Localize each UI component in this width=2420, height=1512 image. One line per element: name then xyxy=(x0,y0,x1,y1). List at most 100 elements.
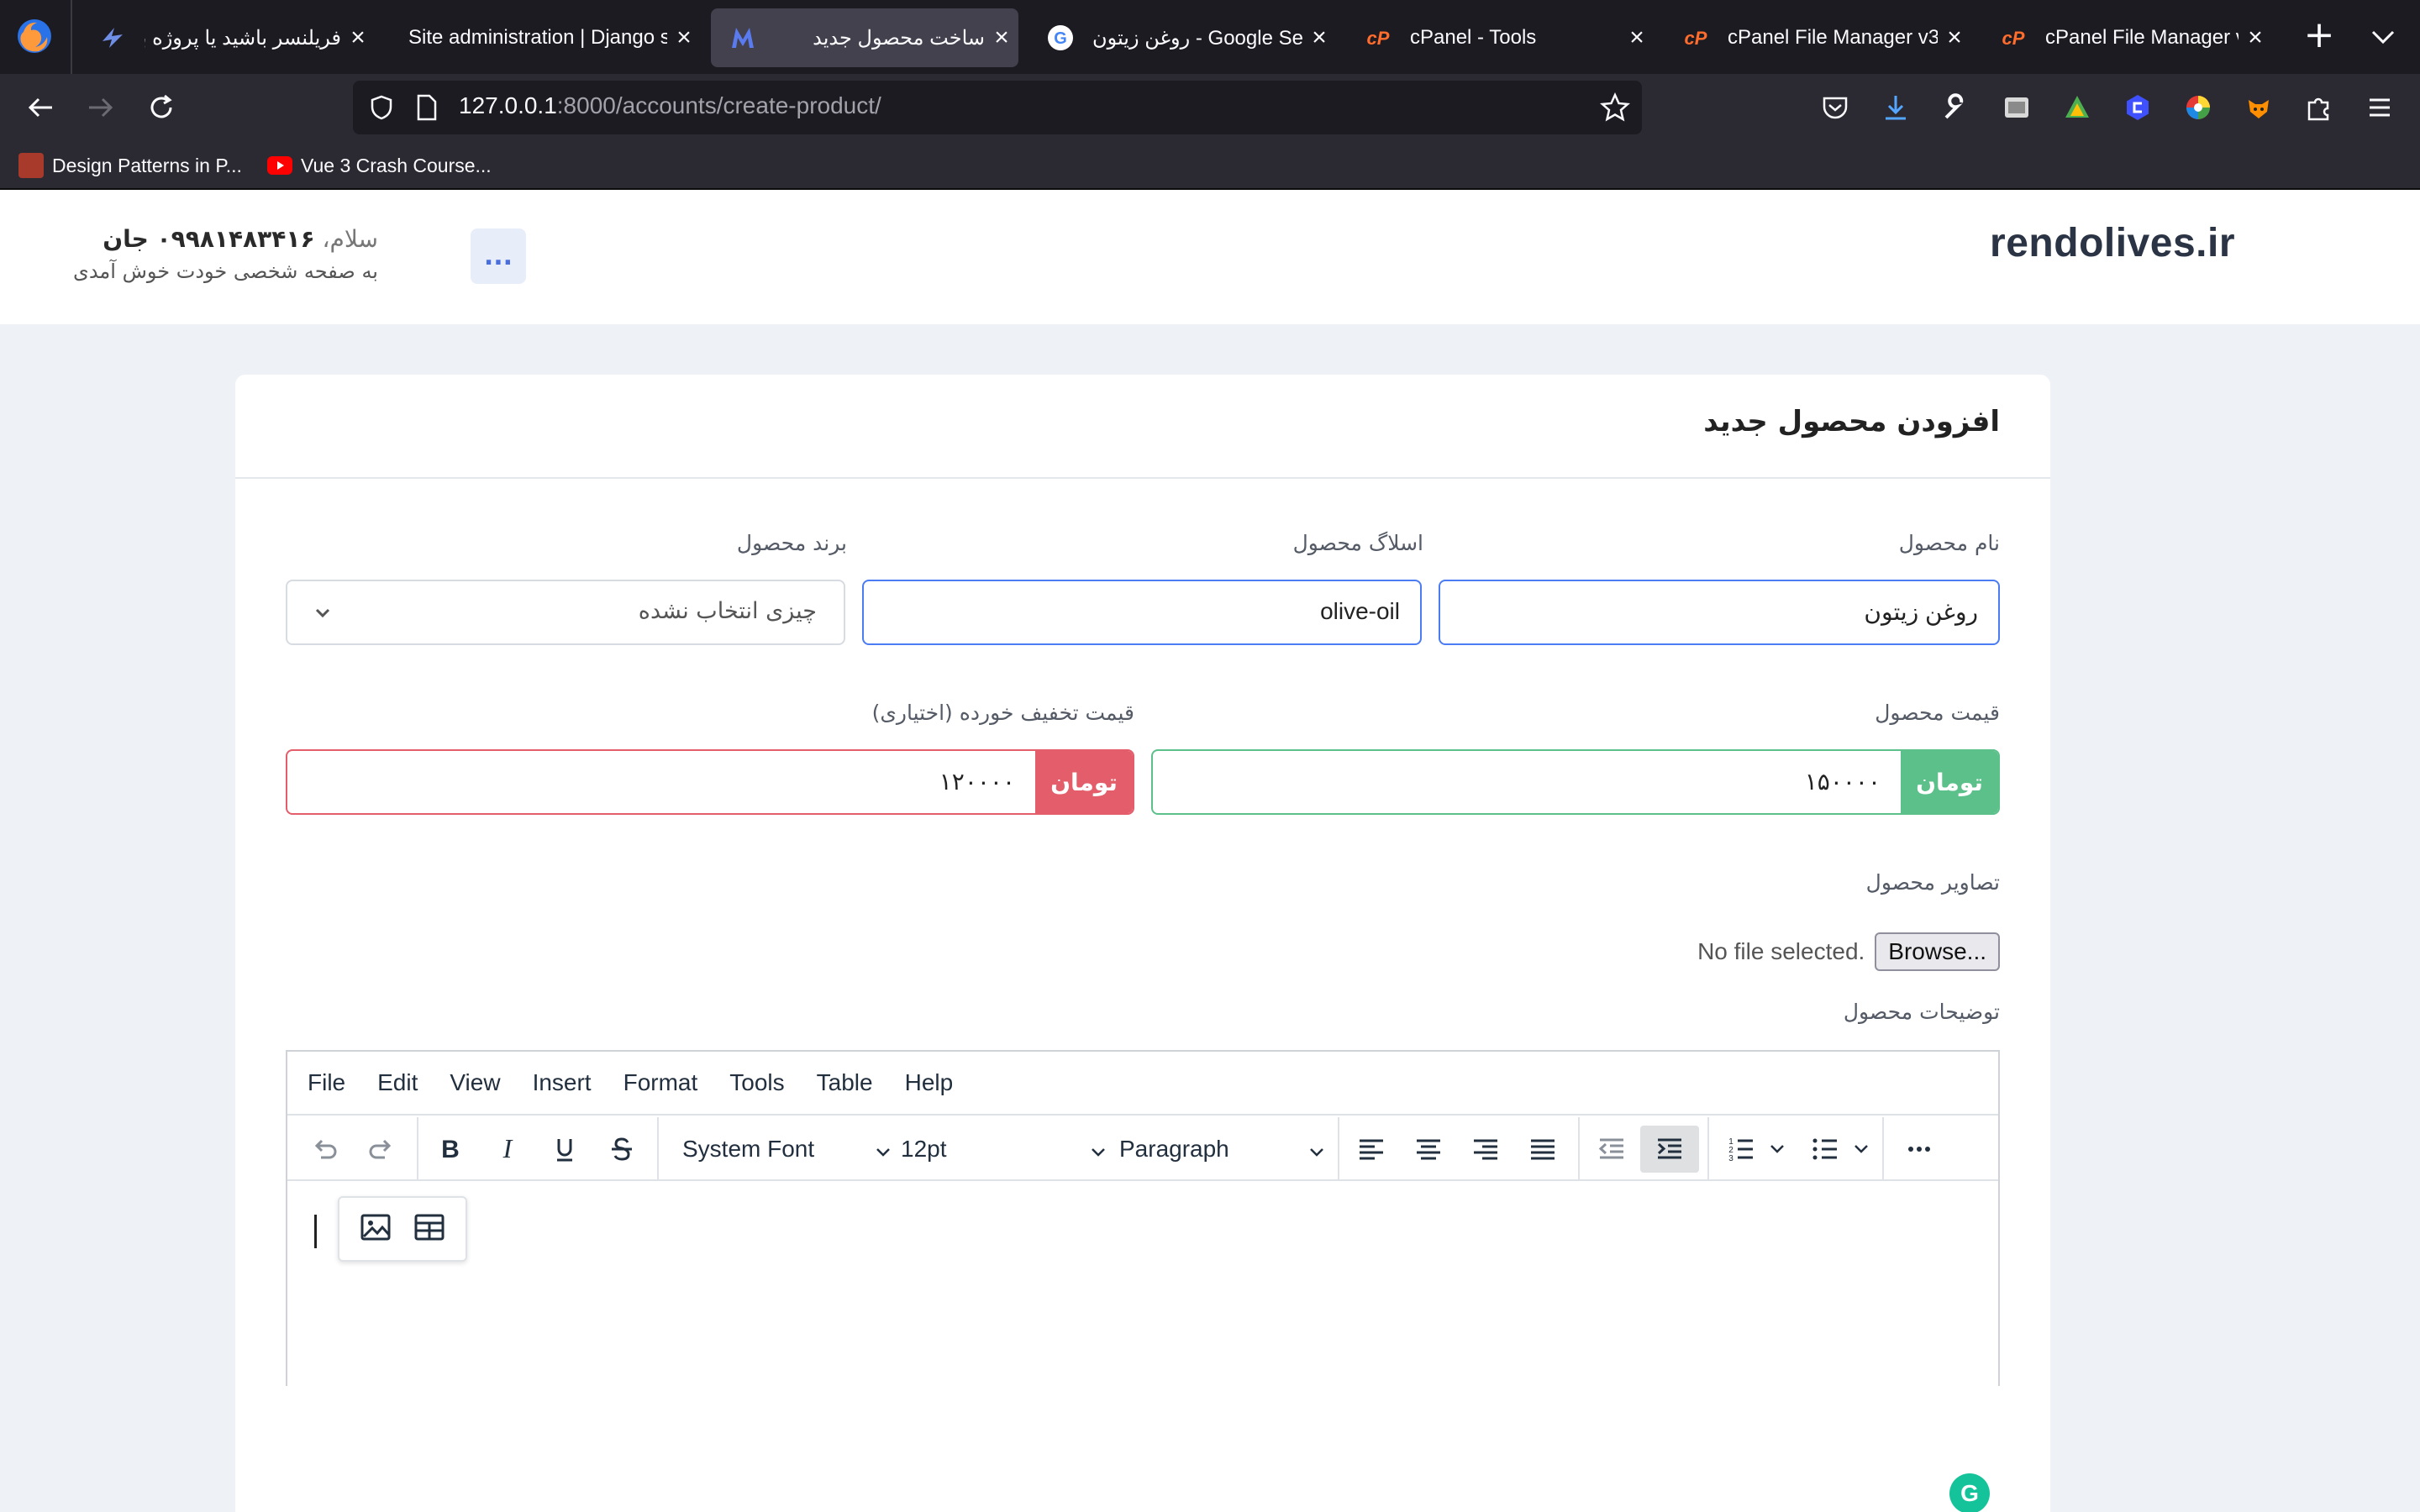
outdent-icon[interactable] xyxy=(1588,1126,1635,1173)
m-logo-icon xyxy=(729,24,756,51)
insert-image-icon[interactable] xyxy=(359,1210,392,1247)
tab-cpanel-filemanager-2[interactable]: cP cPanel File Manager v3 - File × xyxy=(1981,8,2272,67)
insert-table-icon[interactable] xyxy=(413,1210,446,1247)
hamburger-menu-icon[interactable] xyxy=(2363,91,2396,124)
tab-label: فریلنسر باشید یا پروژه برون‌سپاری xyxy=(145,26,341,50)
tab-label: روغن زیتون - Google Search xyxy=(1092,26,1302,50)
menu-format[interactable]: Format xyxy=(623,1069,698,1096)
back-arrow-icon[interactable] xyxy=(20,87,60,128)
browse-button[interactable]: Browse... xyxy=(1875,932,2000,971)
align-left-icon[interactable] xyxy=(1348,1126,1395,1173)
close-icon[interactable]: × xyxy=(1620,24,1654,52)
pocket-icon[interactable] xyxy=(1818,91,1852,124)
discount-price-input[interactable]: ۱۲۰۰۰۰ xyxy=(287,751,1035,813)
cpanel-icon: cP xyxy=(1682,24,1709,51)
tab-label: cPanel File Manager v3 xyxy=(1728,26,1938,49)
menu-tools[interactable]: Tools xyxy=(729,1069,784,1096)
tab-create-product[interactable]: ساخت محصول جدید × xyxy=(711,8,1018,67)
editor-menubar: File Edit View Insert Format Tools Table… xyxy=(287,1052,1998,1116)
product-brand-select[interactable]: چیزی انتخاب نشده xyxy=(286,580,845,645)
indent-icon[interactable] xyxy=(1640,1126,1699,1173)
toolbar-separator xyxy=(657,1117,659,1181)
greeting-hi: سلام، xyxy=(322,225,378,253)
align-center-icon[interactable] xyxy=(1405,1126,1452,1173)
price-input-group[interactable]: ۱۵۰۰۰۰ تومان xyxy=(1151,749,2000,815)
bookmark-star-icon[interactable] xyxy=(1599,92,1631,123)
menu-edit[interactable]: Edit xyxy=(377,1069,418,1096)
menu-table[interactable]: Table xyxy=(817,1069,873,1096)
undo-icon[interactable] xyxy=(301,1126,348,1173)
align-right-icon[interactable] xyxy=(1462,1126,1509,1173)
extension-fox-icon[interactable] xyxy=(2242,91,2275,124)
shield-icon[interactable] xyxy=(368,94,395,121)
italic-icon[interactable]: I xyxy=(484,1126,531,1173)
no-file-text: No file selected. xyxy=(1697,938,1865,964)
close-icon[interactable]: × xyxy=(1938,24,1971,52)
product-images-label: تصاویر محصول xyxy=(1865,870,2000,895)
discount-price-value: ۱۲۰۰۰۰ xyxy=(939,768,1015,795)
block-format-select[interactable]: Paragraph xyxy=(1119,1126,1326,1173)
underline-icon[interactable] xyxy=(541,1126,588,1173)
extension-hexagon-icon[interactable] xyxy=(2121,91,2154,124)
font-size-select[interactable]: 12pt xyxy=(901,1126,1107,1173)
new-tab-plus-icon[interactable]: + xyxy=(2301,17,2338,55)
close-icon[interactable]: × xyxy=(667,24,701,52)
site-brand[interactable]: rendolives.ir xyxy=(1990,220,2235,266)
grammarly-icon[interactable]: G xyxy=(1949,1473,1990,1512)
product-slug-input[interactable]: olive-oil xyxy=(862,580,1422,645)
menu-view[interactable]: View xyxy=(450,1069,500,1096)
extension-screenshot-icon[interactable] xyxy=(2000,91,2033,124)
bookmark-favicon-icon xyxy=(18,153,44,178)
menu-help[interactable]: Help xyxy=(905,1069,954,1096)
quick-insert-toolbar xyxy=(338,1196,467,1262)
menu-file[interactable]: File xyxy=(308,1069,345,1096)
page-info-icon[interactable] xyxy=(415,94,439,121)
close-icon[interactable]: × xyxy=(1302,24,1336,52)
browser-nav-bar: 127.0.0.1:8000/accounts/create-product/ xyxy=(0,74,2420,141)
wrench-icon[interactable] xyxy=(1939,91,1973,124)
chevron-down-icon[interactable] xyxy=(1849,1126,1874,1173)
chevron-down-icon[interactable] xyxy=(1765,1126,1790,1173)
price-input[interactable]: ۱۵۰۰۰۰ xyxy=(1153,751,1901,813)
extensions-puzzle-icon[interactable] xyxy=(2302,91,2336,124)
product-slug-label: اسلاگ محصول xyxy=(1292,531,1423,555)
bookmark-vue-crash-course[interactable]: Vue 3 Crash Course... xyxy=(267,151,492,180)
tab-django-admin[interactable]: Site administration | Django site admin … xyxy=(388,8,701,67)
address-bar[interactable]: 127.0.0.1:8000/accounts/create-product/ xyxy=(353,81,1642,134)
extension-color-wheel-icon[interactable] xyxy=(2181,91,2215,124)
align-justify-icon[interactable] xyxy=(1519,1126,1566,1173)
tab-google-search[interactable]: G روغن زیتون - Google Search × xyxy=(1028,8,1336,67)
extension-tree-icon[interactable] xyxy=(2060,91,2094,124)
bullet-list-icon[interactable] xyxy=(1802,1126,1849,1173)
forward-arrow-icon[interactable] xyxy=(81,87,121,128)
strikethrough-icon[interactable] xyxy=(598,1126,645,1173)
close-icon[interactable]: × xyxy=(2238,24,2272,52)
tab-freelancer[interactable]: فریلنسر باشید یا پروژه برون‌سپاری × xyxy=(81,8,375,67)
close-icon[interactable]: × xyxy=(985,24,1018,52)
bold-icon[interactable]: B xyxy=(427,1126,474,1173)
font-family-select[interactable]: System Font xyxy=(682,1126,892,1173)
greeting-subtitle: به صفحه شخصی خودت خوش آمدی xyxy=(73,260,378,283)
firefox-logo-icon[interactable] xyxy=(15,17,54,55)
tab-cpanel-tools[interactable]: cP cPanel - Tools × xyxy=(1346,8,1654,67)
reload-icon[interactable] xyxy=(141,87,182,128)
more-options-button[interactable]: ... xyxy=(471,228,526,284)
editor-content-area[interactable] xyxy=(287,1183,1998,1388)
discount-price-input-group[interactable]: ۱۲۰۰۰۰ تومان xyxy=(286,749,1134,815)
greeting-line: سلام، ۰۹۹۸۱۴۸۳۴۱۶ جان xyxy=(34,225,378,253)
url-text[interactable]: 127.0.0.1:8000/accounts/create-product/ xyxy=(459,92,881,119)
download-icon[interactable] xyxy=(1879,91,1912,124)
close-icon[interactable]: × xyxy=(341,24,375,52)
bookmark-label: Vue 3 Crash Course... xyxy=(301,154,492,176)
redo-icon[interactable] xyxy=(358,1126,405,1173)
menu-insert[interactable]: Insert xyxy=(533,1069,592,1096)
tab-list-chevron-icon[interactable] xyxy=(2366,24,2400,50)
rich-text-editor: File Edit View Insert Format Tools Table… xyxy=(286,1050,2000,1386)
bookmark-design-patterns[interactable]: Design Patterns in P... xyxy=(18,151,242,180)
tab-cpanel-filemanager[interactable]: cP cPanel File Manager v3 × xyxy=(1664,8,1971,67)
more-toolbar-icon[interactable] xyxy=(1896,1126,1943,1173)
product-name-input[interactable]: روغن زیتون xyxy=(1439,580,2000,645)
bolt-icon xyxy=(99,24,126,51)
numbered-list-icon[interactable]: 123 xyxy=(1718,1126,1765,1173)
chevron-down-icon xyxy=(313,603,333,623)
